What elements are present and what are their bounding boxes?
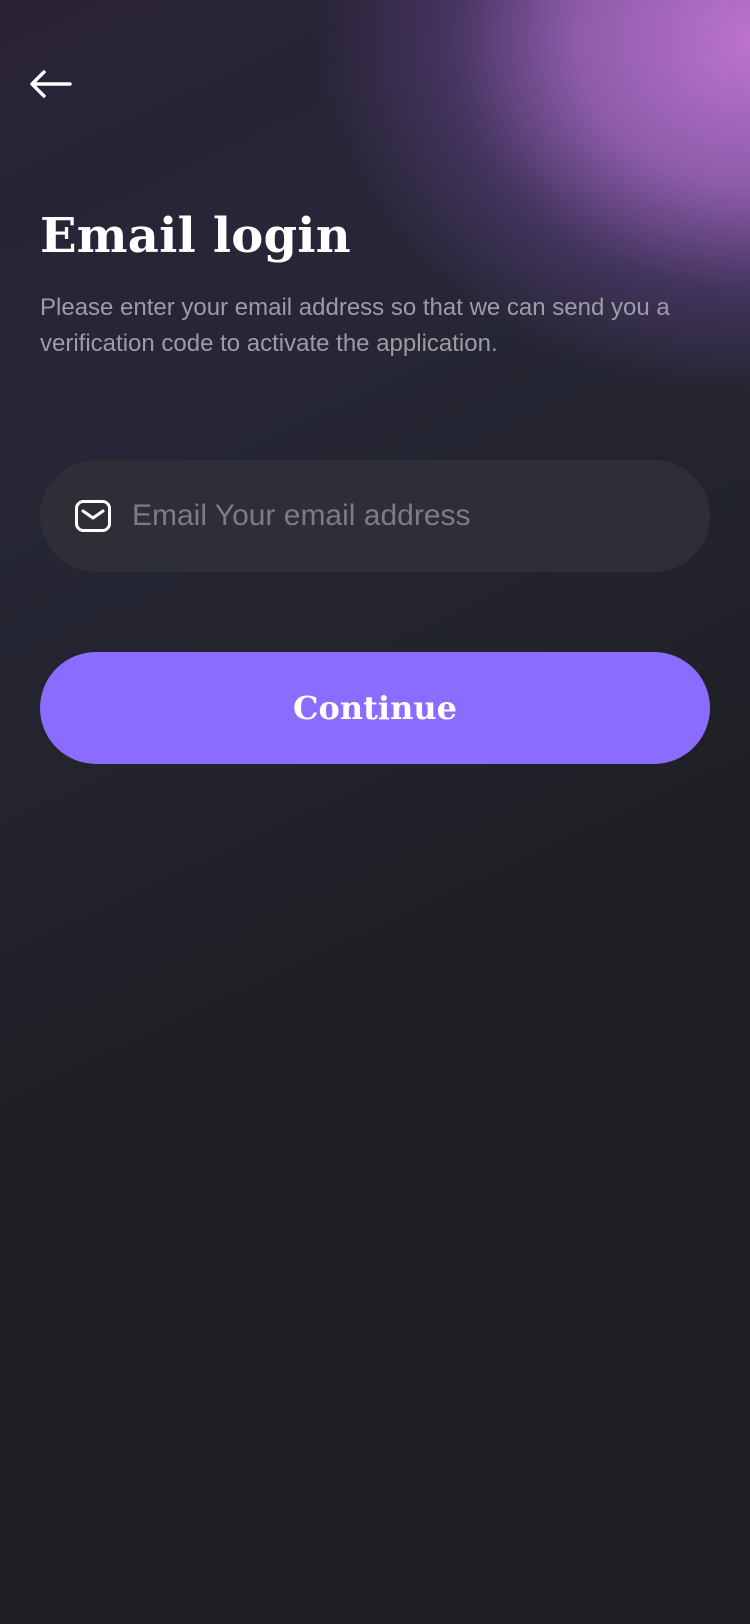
mail-icon [75,500,111,532]
page-subtitle: Please enter your email address so that … [40,294,670,357]
arrow-left-icon [30,70,72,98]
back-button[interactable] [28,62,78,106]
page-title: Email login [40,208,351,264]
email-input[interactable] [130,485,710,547]
continue-button[interactable]: Continue [40,652,710,764]
email-field[interactable] [40,460,710,572]
